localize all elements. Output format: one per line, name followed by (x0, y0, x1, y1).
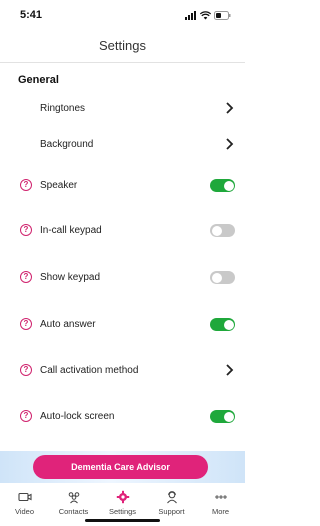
row-label: Ringtones (40, 102, 86, 114)
in-call-keypad-toggle[interactable] (210, 224, 235, 237)
row-label: Show keypad (40, 271, 101, 283)
row-label: In-call keypad (40, 224, 102, 236)
help-icon[interactable]: ? (20, 410, 32, 422)
battery-icon (214, 10, 231, 20)
dementia-care-advisor-button[interactable]: Dementia Care Advisor (33, 455, 208, 479)
section-title-general: General (18, 74, 59, 86)
settings-row-background[interactable]: Background (0, 124, 245, 164)
help-icon[interactable]: ? (20, 364, 32, 376)
tab-label: More (211, 507, 230, 516)
settings-row-show-keypad: ? Show keypad (0, 257, 245, 297)
row-label: Auto answer (40, 318, 96, 330)
help-icon[interactable]: ? (20, 224, 32, 236)
header-divider (0, 62, 245, 63)
row-label: Auto-lock screen (40, 410, 115, 422)
page-title: Settings (99, 38, 146, 53)
promo-banner: Dementia Care Advisor (0, 451, 245, 483)
status-icons (185, 10, 231, 20)
chevron-right-icon (226, 138, 234, 150)
speaker-toggle[interactable] (210, 179, 235, 192)
help-icon[interactable]: ? (20, 271, 32, 283)
video-icon (17, 492, 32, 502)
row-label: Call activation method (40, 364, 139, 376)
tab-video[interactable]: Video (0, 483, 49, 526)
tab-label: Support (158, 507, 185, 516)
more-icon (214, 495, 227, 499)
help-icon[interactable]: ? (20, 179, 32, 191)
tab-more[interactable]: More (196, 483, 245, 526)
toggle-knob (223, 319, 234, 330)
contacts-icon (68, 492, 79, 504)
chevron-right-icon (226, 102, 234, 114)
auto-lock-screen-toggle[interactable] (210, 410, 235, 423)
settings-row-speaker: ? Speaker (0, 165, 245, 205)
status-bar: 5:41 (0, 0, 245, 30)
settings-row-call-activation-method[interactable]: ? Call activation method (0, 350, 245, 390)
settings-icon (116, 490, 129, 504)
tab-label: Video (14, 507, 35, 516)
settings-row-ringtones[interactable]: Ringtones (0, 88, 245, 128)
chevron-right-icon (226, 364, 234, 376)
help-icon[interactable]: ? (20, 318, 32, 330)
toggle-knob (211, 272, 222, 283)
status-time: 5:41 (20, 9, 43, 21)
toggle-knob (211, 225, 222, 236)
auto-answer-toggle[interactable] (210, 318, 235, 331)
signal-icon (185, 10, 196, 20)
tab-label: Contacts (58, 507, 89, 516)
toggle-knob (223, 180, 234, 191)
home-indicator (85, 519, 160, 522)
row-label: Speaker (40, 179, 78, 191)
support-icon (166, 491, 177, 504)
settings-row-auto-answer: ? Auto answer (0, 304, 245, 344)
show-keypad-toggle[interactable] (210, 271, 235, 284)
row-label: Background (40, 138, 94, 150)
wifi-icon (200, 10, 211, 19)
tab-label: Settings (108, 507, 137, 516)
toggle-knob (223, 411, 234, 422)
settings-row-auto-lock-screen: ? Auto-lock screen (0, 396, 245, 436)
settings-row-in-call-keypad: ? In-call keypad (0, 210, 245, 250)
